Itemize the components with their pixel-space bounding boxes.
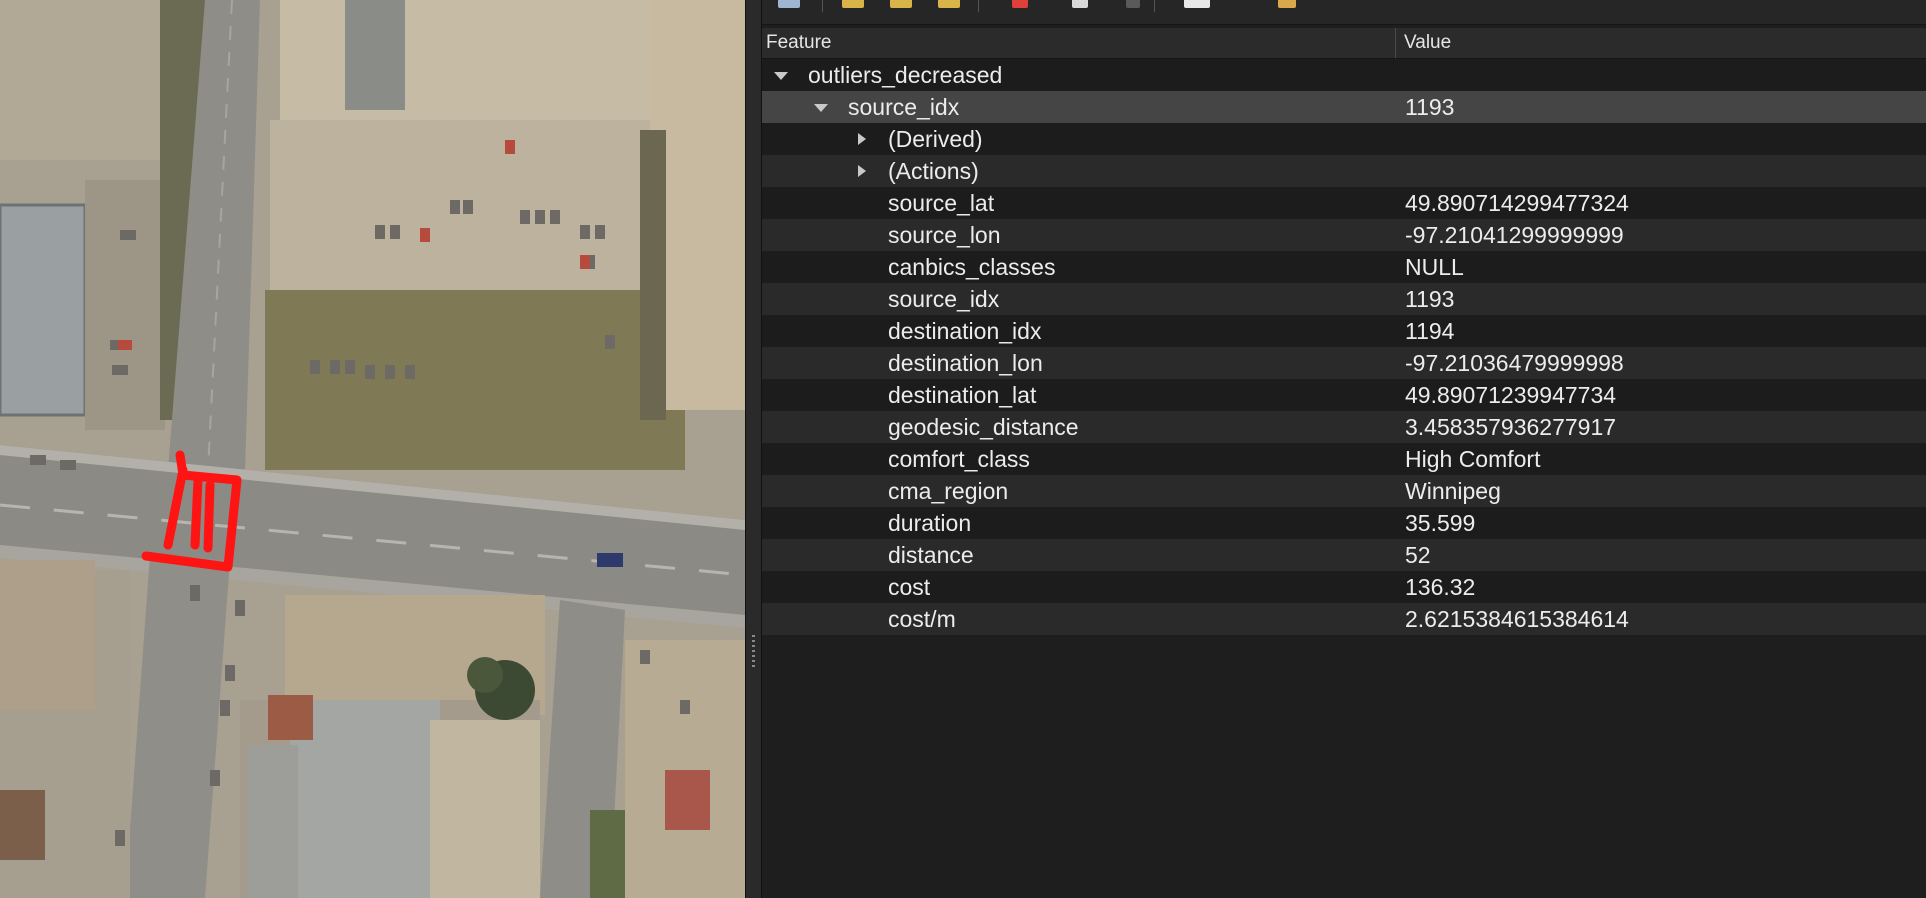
attribute-value: NULL xyxy=(1405,254,1464,280)
attribute-value: -97.21041299999999 xyxy=(1405,222,1624,248)
attribute-row[interactable]: source_idx 1193 xyxy=(762,283,1926,315)
attribute-value: 49.890714299477324 xyxy=(1405,190,1629,216)
toolbar-separator xyxy=(1154,0,1155,12)
expand-new-results-icon[interactable] xyxy=(778,0,800,8)
identify-results-panel: Feature Value outliers_decreased source_… xyxy=(762,0,1926,898)
identify-toolbar xyxy=(762,0,1926,25)
attribute-name: source_lat xyxy=(888,190,995,216)
attribute-row[interactable]: destination_lat 49.89071239947734 xyxy=(762,379,1926,411)
expand-arrow-icon[interactable] xyxy=(858,133,866,145)
attribute-name: comfort_class xyxy=(888,446,1030,472)
identify-results-tree[interactable]: Feature Value outliers_decreased source_… xyxy=(762,28,1926,635)
attribute-row[interactable]: cma_region Winnipeg xyxy=(762,475,1926,507)
copy-feature-icon[interactable] xyxy=(1072,0,1088,8)
attribute-row[interactable]: cost/m 2.6215384615384614 xyxy=(762,603,1926,635)
attribute-name: distance xyxy=(888,542,974,568)
select-features-icon[interactable] xyxy=(890,0,912,8)
tree-body: outliers_decreased source_idx 1193 (Deri… xyxy=(762,59,1926,635)
collapse-arrow-icon[interactable] xyxy=(774,72,788,80)
attribute-row[interactable]: distance 52 xyxy=(762,539,1926,571)
group-label: (Actions) xyxy=(888,158,979,184)
attribute-value: 1194 xyxy=(1405,318,1455,344)
attribute-row[interactable]: duration 35.599 xyxy=(762,507,1926,539)
column-header-feature[interactable]: Feature xyxy=(762,28,1396,58)
tree-row-derived[interactable]: (Derived) xyxy=(762,123,1926,155)
tree-row-layer[interactable]: outliers_decreased xyxy=(762,59,1926,91)
clear-results-icon[interactable] xyxy=(1012,0,1028,8)
attribute-name: canbics_classes xyxy=(888,254,1056,280)
splitter-grip-icon[interactable] xyxy=(752,635,755,669)
panel-splitter[interactable] xyxy=(745,0,762,898)
attribute-row[interactable]: canbics_classes NULL xyxy=(762,251,1926,283)
attribute-name: source_lon xyxy=(888,222,1001,248)
attribute-name: destination_idx xyxy=(888,318,1042,344)
feature-field-name: source_idx xyxy=(848,94,960,120)
attribute-value: 35.599 xyxy=(1405,510,1476,536)
attribute-row[interactable]: source_lon -97.21041299999999 xyxy=(762,219,1926,251)
attribute-row[interactable]: cost 136.32 xyxy=(762,571,1926,603)
tree-header: Feature Value xyxy=(762,28,1926,59)
attribute-value: -97.21036479999998 xyxy=(1405,350,1624,376)
attribute-value: 136.32 xyxy=(1405,574,1476,600)
attribute-row[interactable]: destination_lon -97.21036479999998 xyxy=(762,347,1926,379)
attribute-value: 3.458357936277917 xyxy=(1405,414,1617,440)
map-canvas[interactable] xyxy=(0,0,745,898)
attribute-value: 52 xyxy=(1405,542,1431,568)
attribute-name: duration xyxy=(888,510,972,536)
toolbar-separator xyxy=(822,0,823,12)
column-header-value[interactable]: Value xyxy=(1396,28,1926,58)
tree-row-feature[interactable]: source_idx 1193 xyxy=(762,91,1926,123)
attribute-name: geodesic_distance xyxy=(888,414,1079,440)
attribute-row[interactable]: comfort_class High Comfort xyxy=(762,443,1926,475)
help-icon[interactable] xyxy=(1278,0,1296,8)
attribute-name: cost xyxy=(888,574,931,600)
attribute-value: High Comfort xyxy=(1405,446,1541,472)
tree-row-actions[interactable]: (Actions) xyxy=(762,155,1926,187)
attribute-row[interactable]: geodesic_distance 3.458357936277917 xyxy=(762,411,1926,443)
attribute-value: 1193 xyxy=(1405,286,1455,312)
attribute-name: cma_region xyxy=(888,478,1009,504)
feature-field-value: 1193 xyxy=(1405,94,1455,120)
print-icon[interactable] xyxy=(1126,0,1140,8)
attribute-row[interactable]: source_lat 49.890714299477324 xyxy=(762,187,1926,219)
layer-name: outliers_decreased xyxy=(808,62,1003,88)
group-label: (Derived) xyxy=(888,126,983,152)
select-features-icon[interactable] xyxy=(842,0,864,8)
satellite-imagery xyxy=(0,0,745,898)
attribute-name: source_idx xyxy=(888,286,1000,312)
attribute-value: Winnipeg xyxy=(1405,478,1501,504)
collapse-arrow-icon[interactable] xyxy=(814,104,828,112)
attribute-name: cost/m xyxy=(888,606,956,632)
attribute-value: 2.6215384615384614 xyxy=(1405,606,1629,632)
attribute-row[interactable]: destination_idx 1194 xyxy=(762,315,1926,347)
expand-arrow-icon[interactable] xyxy=(858,165,866,177)
attribute-name: destination_lon xyxy=(888,350,1043,376)
toolbar-separator xyxy=(978,0,979,12)
attribute-name: destination_lat xyxy=(888,382,1037,408)
attribute-value: 49.89071239947734 xyxy=(1405,382,1617,408)
identify-settings-icon[interactable] xyxy=(1184,0,1210,8)
select-features-icon[interactable] xyxy=(938,0,960,8)
